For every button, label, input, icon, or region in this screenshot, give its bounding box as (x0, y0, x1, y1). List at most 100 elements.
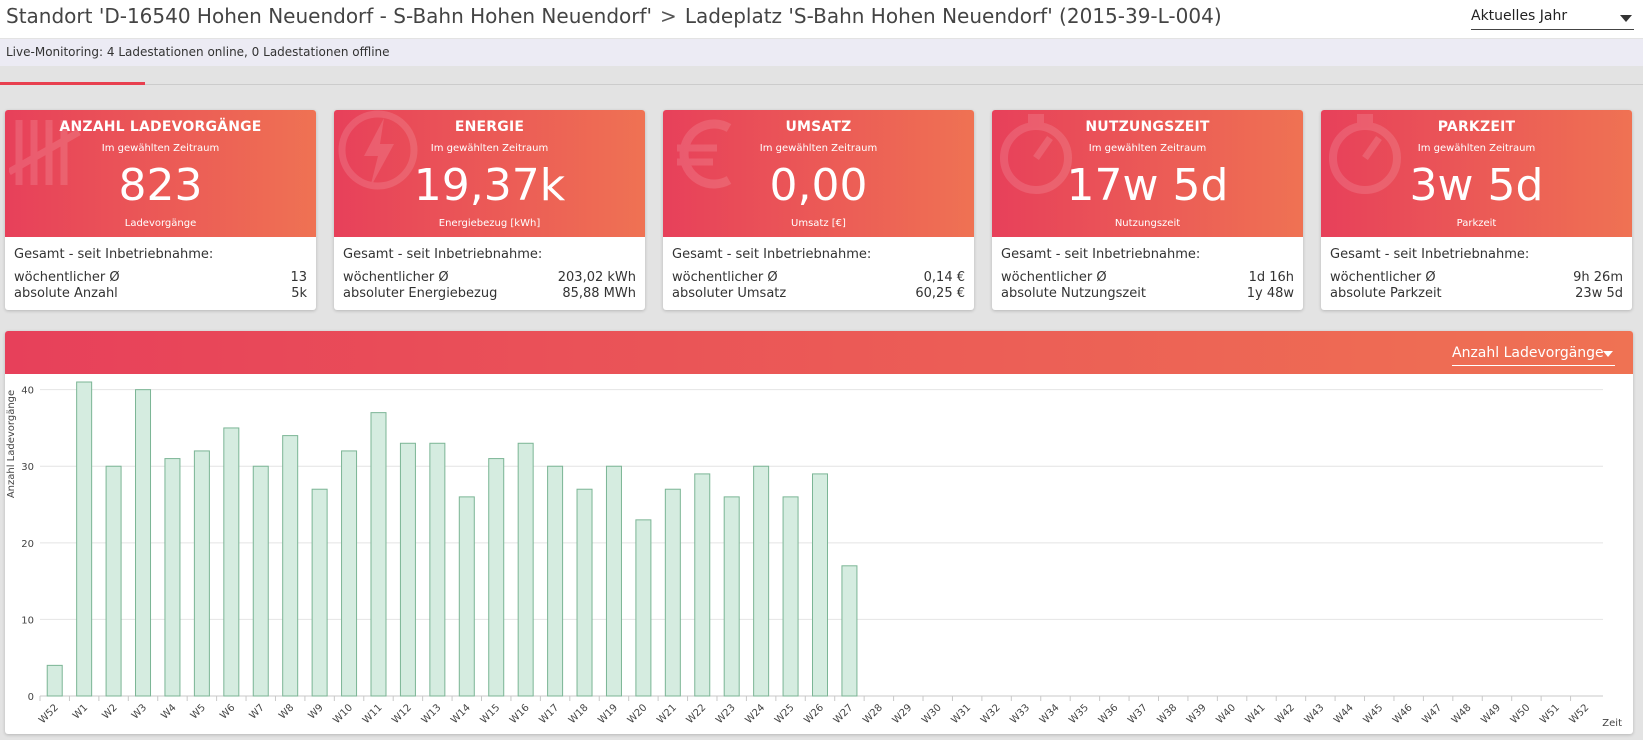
bar (576, 488, 593, 697)
kpi-weekly-label: wöchentlicher Ø (1330, 270, 1436, 285)
kpi-value: 3w 5d (1409, 160, 1544, 211)
x-tick-label: W52 (1568, 702, 1592, 726)
x-tick-label: W15 (479, 702, 503, 726)
chart-header: Anzahl Ladevorgänge (5, 331, 1633, 374)
y-axis-label: Anzahl Ladevorgänge (6, 390, 17, 498)
kpi-absolute-value: 23w 5d (1575, 286, 1623, 301)
y-tick-label: 10 (21, 615, 34, 626)
x-tick-label: W2 (100, 702, 119, 721)
x-tick-label: W49 (1479, 702, 1503, 726)
kpi-card: PARKZEIT Im gewählten Zeitraum 3w 5d Parkze… (1321, 110, 1632, 310)
kpi-absolute-label: absolute Parkzeit (1330, 286, 1442, 301)
bar (547, 465, 564, 697)
x-tick-label: W26 (802, 702, 826, 726)
x-tick-label: W48 (1450, 702, 1474, 726)
kpi-total-label: Gesamt - seit Inbetriebnahme: (672, 247, 872, 262)
kpi-card-body: Gesamt - seit Inbetriebnahme: wöchentlich… (663, 237, 974, 310)
kpi-absolute-value: 1y 48w (1246, 286, 1294, 301)
kpi-card-body: Gesamt - seit Inbetriebnahme: wöchentlich… (992, 237, 1303, 310)
x-tick-label: W47 (1420, 702, 1444, 726)
bar (517, 442, 534, 697)
bar (370, 412, 387, 697)
x-tick-label: W22 (685, 702, 709, 726)
bar (635, 519, 652, 697)
x-tick-label: W27 (832, 702, 856, 726)
chart-panel: Anzahl Ladevorgänge 0 10 20 30 40 W52 W1 W2 W3 W4… (5, 331, 1633, 734)
kpi-subtitle: Im gewählten Zeitraum (101, 143, 220, 154)
kpi-value: 0,00 (769, 160, 868, 211)
kpi-card: ENERGIE Im gewählten Zeitraum 19,37k Energi… (334, 110, 645, 310)
x-tick-label: W45 (1362, 702, 1386, 726)
kpi-title: ANZAHL LADEVORGÄNGE (59, 119, 262, 135)
bar (605, 465, 622, 697)
tab-bar-line (0, 84, 1643, 85)
y-tick-label: 30 (21, 462, 34, 473)
kpi-unit: Nutzungszeit (1114, 218, 1181, 229)
kpi-card-body: Gesamt - seit Inbetriebnahme: wöchentlich… (5, 237, 316, 310)
bar (223, 427, 240, 697)
live-monitoring-text: Live-Monitoring: 4 Ladestationen online,… (6, 45, 390, 59)
x-tick-label: W25 (773, 702, 797, 726)
bar (105, 465, 122, 697)
x-tick-label: W44 (1332, 702, 1356, 726)
chart-metric-select[interactable]: Anzahl Ladevorgänge (1452, 343, 1615, 366)
kpi-weekly-label: wöchentlicher Ø (672, 270, 778, 285)
bar (812, 473, 828, 697)
bar (753, 465, 770, 697)
kpi-unit: Umsatz [€] (791, 218, 846, 229)
x-tick-label: W9 (306, 702, 325, 721)
y-tick-label: 0 (28, 692, 34, 703)
kpi-absolute-value: 5k (291, 286, 307, 301)
kpi-card-header: ENERGIE Im gewählten Zeitraum 19,37k Energi… (334, 110, 645, 237)
x-tick-label: W35 (1067, 702, 1091, 726)
bar (694, 473, 711, 697)
x-tick-label: W10 (331, 702, 355, 726)
top-bar: Standort 'D-16540 Hohen Neuendorf - S-Ba… (0, 0, 1643, 38)
bar-chart: 010203040W52 W1 W2 W3 W4 W5 W6 W7 W8 W9 W10 W11 W12 W… (6, 381, 1622, 729)
y-tick-label: 40 (21, 386, 34, 397)
kpi-card-header: NUTZUNGSZEIT Im gewählten Zeitraum 17w 5d N… (992, 110, 1303, 237)
bar (782, 496, 799, 697)
breadcrumb-site[interactable]: Standort 'D-16540 Hohen Neuendorf - S-Ba… (6, 4, 652, 28)
kpi-card-body: Gesamt - seit Inbetriebnahme: wöchentlich… (334, 237, 645, 310)
kpi-value: 19,37k (413, 160, 566, 211)
bar (429, 442, 446, 697)
bar (399, 442, 416, 697)
x-tick-label: W32 (979, 702, 1003, 726)
kpi-card: ANZAHL LADEVORGÄNGE Im gewählten Zeitraum… (5, 110, 316, 310)
x-tick-label: W46 (1391, 702, 1415, 726)
kpi-card-header: PARKZEIT Im gewählten Zeitraum 3w 5d Parkze… (1321, 110, 1632, 237)
kpi-total-label: Gesamt - seit Inbetriebnahme: (14, 247, 214, 262)
x-tick-label: W5 (189, 702, 208, 721)
period-select-value: Aktuelles Jahr (1471, 8, 1568, 24)
bar (135, 389, 152, 697)
kpi-weekly-label: wöchentlicher Ø (343, 270, 449, 285)
bar (76, 381, 93, 697)
x-tick-label: W41 (1244, 702, 1268, 726)
kpi-value: 823 (118, 160, 203, 211)
x-tick-label: W40 (1214, 702, 1238, 726)
x-tick-label: W3 (130, 702, 149, 721)
breadcrumb-station: Ladeplatz 'S-Bahn Hohen Neuendorf' (2015… (684, 4, 1222, 28)
x-tick-label: W42 (1273, 702, 1297, 726)
breadcrumb: Standort 'D-16540 Hohen Neuendorf - S-Ba… (6, 4, 1222, 28)
kpi-title: UMSATZ (785, 119, 852, 135)
bar (723, 496, 740, 697)
kpi-weekly-value: 203,02 kWh (557, 270, 636, 285)
x-tick-label: W24 (743, 702, 767, 726)
x-tick-label: W51 (1538, 702, 1562, 726)
bar (46, 664, 63, 697)
kpi-card: UMSATZ Im gewählten Zeitraum 0,00 Umsatz [€… (663, 110, 974, 310)
bar (311, 488, 328, 697)
kpi-absolute-label: absolute Anzahl (14, 286, 118, 301)
kpi-subtitle: Im gewählten Zeitraum (430, 143, 549, 154)
x-tick-label: W6 (218, 702, 237, 721)
y-tick-label: 20 (21, 539, 34, 550)
kpi-weekly-value: 1d 16h (1248, 270, 1294, 285)
x-tick-label: W33 (1008, 702, 1032, 726)
period-select[interactable]: Aktuelles Jahr (1471, 5, 1634, 30)
bar (488, 458, 505, 697)
x-tick-label: W29 (891, 702, 915, 726)
x-tick-label: W8 (277, 702, 296, 721)
x-tick-label: W1 (71, 702, 90, 721)
